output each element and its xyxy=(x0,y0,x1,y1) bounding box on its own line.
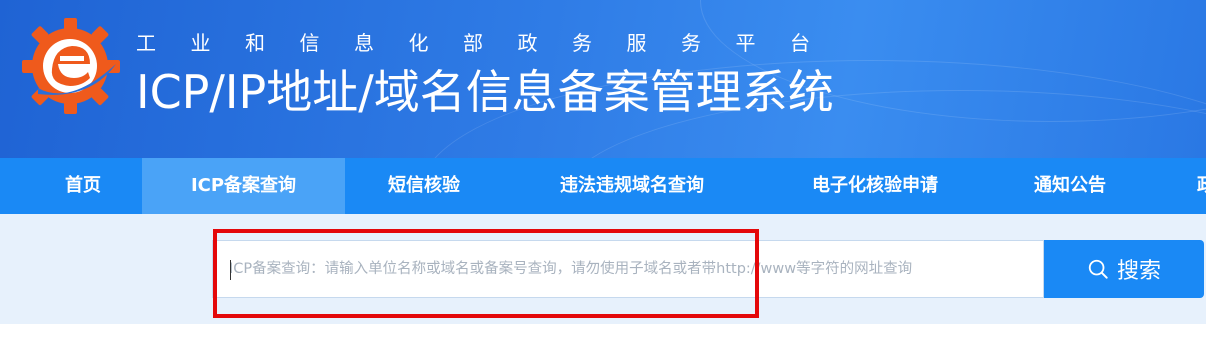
search-button-label: 搜索 xyxy=(1116,259,1161,284)
page-header: 工业和信息化部政务服务平台 ICP/IP地址/域名信息备案管理系统 xyxy=(0,0,1206,158)
nav-item-home[interactable]: 首页 xyxy=(24,158,142,214)
search-button[interactable]: 搜索 xyxy=(1044,240,1204,298)
platform-subtitle: 工业和信息化部政务服务平台 xyxy=(136,31,845,55)
gear-e-logo-icon xyxy=(22,18,120,114)
search-area: 搜索 xyxy=(0,214,1206,324)
nav-item-policy[interactable]: 政 xyxy=(1176,158,1206,214)
main-nav: 首页 ICP备案查询 短信核验 违法违规域名查询 电子化核验申请 通知公告 政 xyxy=(0,158,1206,214)
nav-item-sms-verify[interactable]: 短信核验 xyxy=(345,158,503,214)
nav-item-notices[interactable]: 通知公告 xyxy=(989,158,1151,214)
search-icon xyxy=(1088,259,1108,279)
nav-item-icp-query[interactable]: ICP备案查询 xyxy=(142,158,345,214)
nav-item-e-verify-apply[interactable]: 电子化核验申请 xyxy=(761,158,989,214)
system-title: ICP/IP地址/域名信息备案管理系统 xyxy=(136,65,834,119)
search-box xyxy=(212,240,1044,298)
search-input[interactable] xyxy=(213,241,1043,297)
nav-item-illegal-domain-query[interactable]: 违法违规域名查询 xyxy=(503,158,761,214)
text-caret xyxy=(230,260,231,280)
